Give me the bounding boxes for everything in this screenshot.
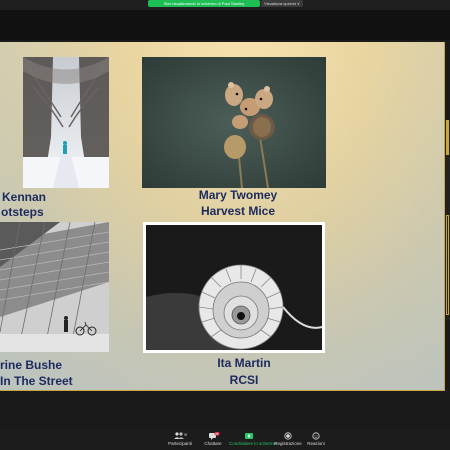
participant-thumbnail[interactable]	[446, 215, 449, 315]
caption-entry-1-title: otsteps	[1, 205, 44, 219]
chat-icon: 25	[209, 432, 220, 440]
participant-video-strip[interactable]	[445, 120, 450, 320]
caption-entry-4-title: RCSI	[229, 373, 259, 387]
share-screen-icon	[245, 433, 253, 439]
meeting-toolbar: 95 Partecipanti 25 Chattare Condividere …	[0, 430, 450, 450]
reactions-label: Reazioni	[307, 441, 325, 446]
participants-icon: 95	[174, 432, 187, 439]
caption-entry-3-title: In The Street	[0, 374, 73, 388]
caption-entry-2-title: Harvest Mice	[200, 204, 276, 218]
reactions-button[interactable]: Reazioni	[296, 432, 336, 446]
photo-harvest-mice	[142, 57, 326, 188]
photo-rcsi-staircase	[143, 222, 325, 353]
caption-entry-4-author: Ita Martin	[217, 356, 271, 370]
record-icon	[284, 432, 292, 440]
view-options-button[interactable]: Visualizza opzioni ∨	[261, 0, 303, 7]
caption-entry-2-author: Mary Twomey	[198, 188, 278, 202]
sharing-notice: Stai visualizzando lo schermo di Paul St…	[148, 0, 260, 7]
photo-snowy-avenue	[23, 57, 109, 188]
participants-count: 95	[184, 433, 187, 437]
shared-slide: Kennan otsteps Mary Twomey Harvest Mice …	[0, 42, 445, 391]
caption-entry-1-author: Kennan	[2, 190, 47, 204]
share-screen-button[interactable]: Condividere lo schermo	[229, 432, 277, 446]
chat-label: Chattare	[204, 441, 222, 446]
chat-button[interactable]: 25 Chattare	[193, 432, 233, 446]
chat-badge: 25	[215, 432, 219, 436]
photo-in-the-street	[0, 222, 109, 352]
caption-entry-3-author: rine Bushe	[0, 358, 63, 372]
top-bar: Stai visualizzando lo schermo di Paul St…	[0, 0, 450, 10]
speaker-highlight	[446, 120, 449, 155]
share-screen-label: Condividere lo schermo	[229, 441, 277, 446]
smiley-icon	[312, 432, 320, 440]
screen-share-margin	[0, 10, 450, 40]
